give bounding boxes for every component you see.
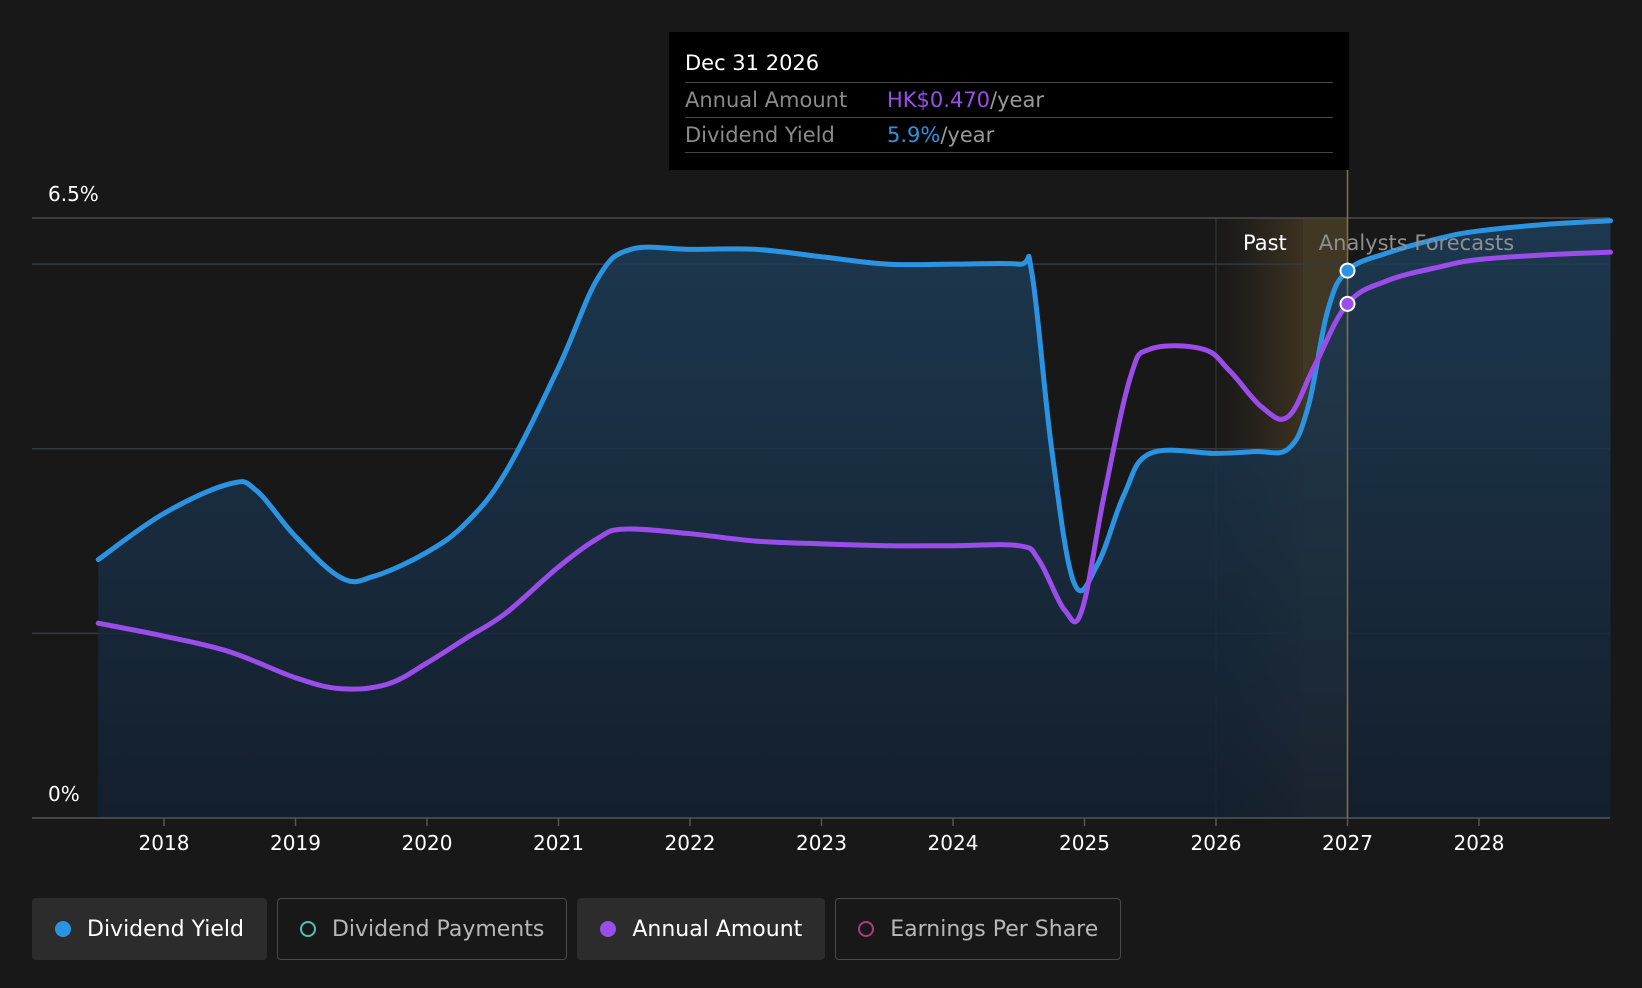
past-region-label: Past (1243, 231, 1287, 255)
tooltip-label: Annual Amount (685, 88, 848, 112)
x-tick-label: 2022 (665, 831, 716, 855)
tooltip-value: HK$0.470 (887, 88, 991, 112)
legend-earnings-per-share[interactable]: Earnings Per Share (835, 898, 1122, 960)
x-tick-label: 2023 (796, 831, 847, 855)
tooltip-row-dividend-yield: Dividend Yield 5.9% /year (685, 118, 1333, 153)
x-tick-label: 2025 (1059, 831, 1110, 855)
legend-dot-icon (55, 921, 71, 937)
area-fill (98, 220, 1611, 818)
x-tick-label: 2026 (1191, 831, 1242, 855)
legend-dividend-payments[interactable]: Dividend Payments (276, 898, 568, 960)
legend-label: Earnings Per Share (890, 916, 1099, 942)
tooltip-unit: /year (940, 123, 995, 147)
dividend-yield-area (98, 220, 1611, 818)
tooltip-value: 5.9% (887, 123, 941, 147)
legend-dividend-yield[interactable]: Dividend Yield (32, 898, 267, 960)
tooltip-unit: /year (990, 88, 1044, 112)
hover-marker (1339, 295, 1356, 312)
legend-ring-icon (299, 921, 316, 937)
legend-ring-icon (858, 921, 875, 937)
tooltip-label: Dividend Yield (685, 123, 835, 147)
x-tick-label: 2027 (1322, 831, 1373, 855)
y-axis-top-label: 6.5% (48, 182, 99, 206)
x-tick-label: 2024 (928, 831, 979, 855)
tooltip-date: Dec 31 2026 (685, 48, 1333, 83)
forecast-region-label: Analysts Forecasts (1319, 231, 1514, 255)
x-tick-label: 2028 (1454, 831, 1505, 855)
legend-dot-icon (600, 921, 617, 937)
x-tick-label: 2021 (533, 831, 584, 855)
x-tick-label: 2019 (270, 831, 321, 855)
legend-label: Dividend Payments (331, 916, 545, 942)
x-axis: 2018 2019 2020 2021 2022 2023 2024 2025 2026 2027… (32, 817, 1610, 855)
y-axis-bottom-label: 0% (48, 782, 80, 806)
tooltip-row-annual-amount: Annual Amount HK$0.470 /year (685, 83, 1333, 118)
legend-label: Annual Amount (632, 916, 803, 942)
chart-legend: Dividend Yield Dividend Payments Annual … (32, 898, 1122, 960)
legend-annual-amount[interactable]: Annual Amount (577, 898, 826, 960)
x-tick-label: 2018 (139, 831, 190, 855)
legend-label: Dividend Yield (87, 916, 244, 942)
hover-marker (1339, 262, 1356, 279)
x-tick-label: 2020 (402, 831, 453, 855)
chart-tooltip: Dec 31 2026 Annual Amount HK$0.470 /year… (669, 32, 1349, 170)
